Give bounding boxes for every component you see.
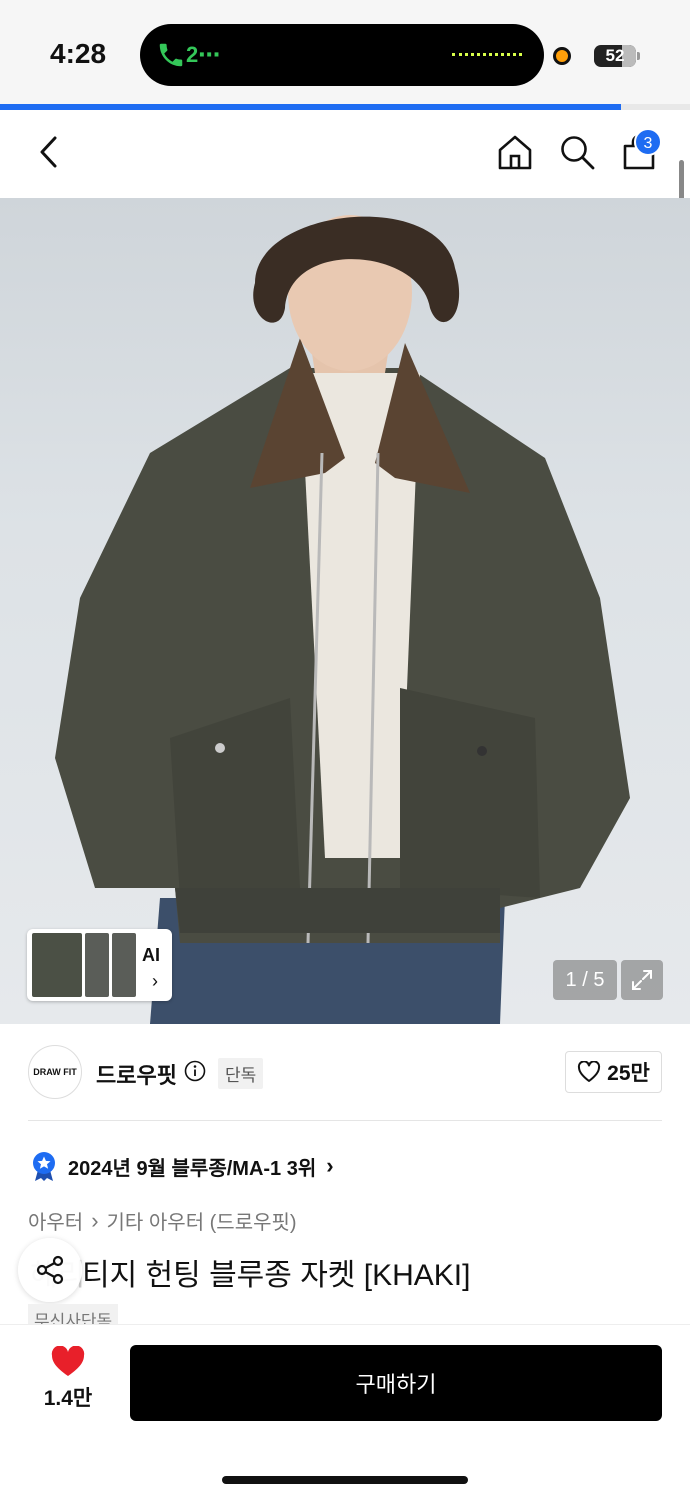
exclusive-badge: 단독 [218,1058,264,1089]
share-button[interactable] [18,1238,82,1302]
info-icon[interactable] [184,1060,206,1082]
divider [28,1120,662,1121]
phone-icon [159,43,183,67]
product-title: 티지 헌팅 블루종 자켓 [KHAKI] [82,1259,471,1292]
ranking-text: 2024년 9월 블루종/MA-1 3위 [68,1157,317,1180]
breadcrumb-subcategory[interactable]: 기타 아우터 (드로우핏) [107,1206,297,1235]
home-indicator[interactable] [222,1476,468,1484]
ranking-link[interactable]: 2024년 9월 블루종/MA-1 3위 › [30,1150,334,1182]
home-icon [498,135,532,170]
back-button[interactable] [26,130,70,174]
wishlist-count: 1.4만 [43,1387,93,1410]
search-icon [561,136,595,170]
dynamic-island[interactable]: 2⋯ [140,24,544,86]
breadcrumb-category[interactable]: 아우터 [28,1206,83,1235]
cart-count-badge: 3 [634,128,662,156]
brand-name[interactable]: 드로우핏 [96,1058,177,1090]
heart-outline-icon [578,1061,601,1082]
brand-like-count: 25만 [607,1062,650,1085]
chevron-right-icon: › [326,1153,334,1178]
breadcrumb-separator: › [91,1207,99,1233]
mic-indicator [553,47,571,65]
product-image[interactable] [0,198,690,1024]
top-nav [0,110,690,198]
image-counter: 1 / 5 [553,960,617,1000]
thumbnail-image [85,933,109,997]
ai-fitting-thumbnails[interactable]: AI › [27,929,172,1001]
battery-indicator: 52 [594,45,636,67]
status-bar: 4:28 2⋯ 52 [0,0,690,104]
breadcrumb: 아우터 › 기타 아우터 (드로우핏) [28,1206,297,1235]
back-icon [40,136,57,168]
call-duration: 2⋯ [186,42,221,67]
expand-button[interactable] [621,960,663,1000]
heart-icon [51,1346,85,1376]
expand-icon [632,970,652,990]
brand-like-button[interactable]: 25만 [565,1051,662,1093]
home-button[interactable] [493,130,537,174]
model-photo [55,215,630,1024]
search-button[interactable] [555,130,599,174]
share-icon [36,1255,64,1285]
battery-level: 52 [605,46,625,65]
buy-button[interactable]: 구매하기 [130,1345,662,1421]
ranking-medal-icon [33,1152,55,1181]
chevron-right-icon: › [152,971,158,991]
brand-logo[interactable]: DRAW FIT [28,1045,82,1099]
wishlist-button[interactable]: 1.4만 [38,1346,98,1412]
musinsa-exclusive-tag: 무신사단독 [28,1304,119,1326]
thumbnail-image [32,933,82,997]
status-time: 4:28 [50,38,107,69]
battery-nub [637,52,640,60]
audio-waveform [452,53,522,57]
ai-label: AI [142,945,160,965]
thumbnail-image [112,933,136,997]
